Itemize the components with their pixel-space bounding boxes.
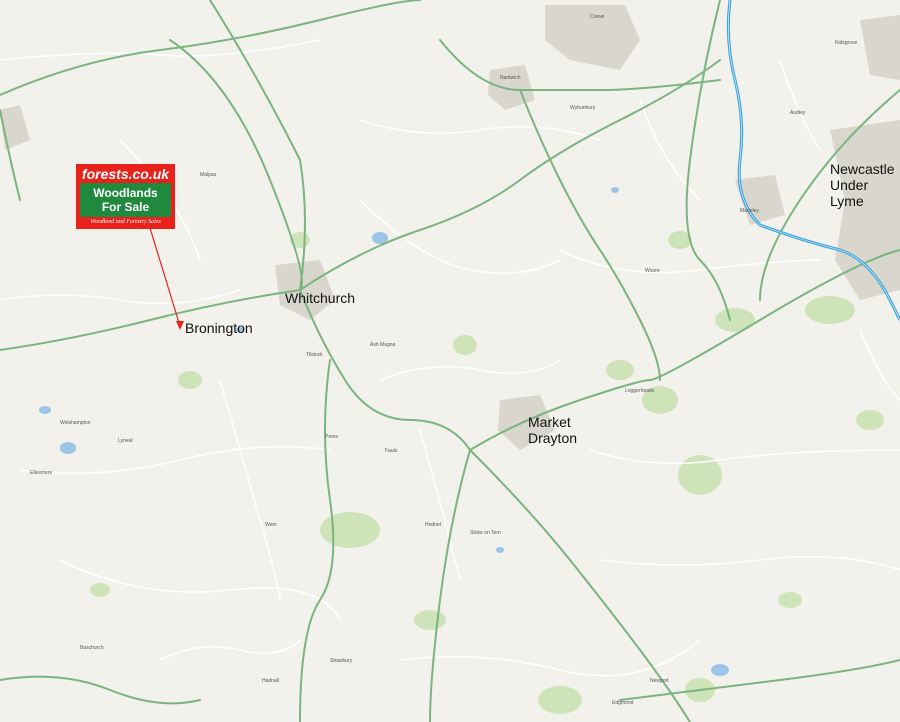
land-background bbox=[0, 0, 900, 722]
place-label: Madeley bbox=[740, 208, 759, 214]
logo-brand: forests.co.uk bbox=[81, 166, 170, 182]
place-label: Ash Magna bbox=[370, 342, 396, 348]
town-label-market-drayton: Market Drayton bbox=[528, 414, 578, 446]
town-label-bronington: Bronington bbox=[185, 320, 253, 336]
place-label: Shawbury bbox=[330, 658, 353, 664]
place-label: Kidsgrove bbox=[835, 40, 858, 46]
place-label: Welshampton bbox=[60, 420, 91, 426]
town-label-newcastle-under-lyme: Newcastle Under Lyme bbox=[830, 161, 895, 209]
place-label: Hadnall bbox=[262, 678, 279, 684]
place-label: Fauls bbox=[385, 448, 398, 454]
place-label: Nantwich bbox=[500, 75, 521, 81]
place-label: Woore bbox=[645, 268, 660, 274]
logo-tagline: Woodland and Forestry Sales bbox=[90, 219, 161, 225]
place-label: Tilstock bbox=[306, 352, 323, 358]
town-label-whitchurch: Whitchurch bbox=[285, 290, 356, 306]
place-label: Malpas bbox=[200, 172, 217, 178]
place-label: Wybunbury bbox=[570, 105, 596, 111]
place-label: Ellesmere bbox=[30, 470, 53, 476]
logo-line1: Woodlands bbox=[93, 186, 158, 200]
place-label: Loggerheads bbox=[625, 388, 655, 394]
place-label: Prees bbox=[325, 434, 339, 440]
place-label: Lyneal bbox=[118, 438, 133, 444]
place-label: Crewe bbox=[590, 14, 605, 20]
place-label: Hodnet bbox=[425, 522, 442, 528]
place-label: Edgmond bbox=[612, 700, 634, 706]
logo-green-panel: Woodlands For Sale bbox=[80, 183, 171, 217]
forests-logo[interactable]: forests.co.uk Woodlands For Sale Woodlan… bbox=[76, 164, 175, 229]
map-base-layer bbox=[0, 0, 900, 722]
place-label: Baschurch bbox=[80, 645, 104, 651]
place-label: Audley bbox=[790, 110, 806, 116]
place-label: Wem bbox=[265, 522, 277, 528]
logo-line2: For Sale bbox=[101, 200, 150, 214]
place-label: Stoke on Tern bbox=[470, 530, 501, 536]
map-canvas[interactable]: Crewe Audley Kidsgrove Malpas Prees Hodn… bbox=[0, 0, 900, 722]
place-label: Newport bbox=[650, 678, 669, 684]
